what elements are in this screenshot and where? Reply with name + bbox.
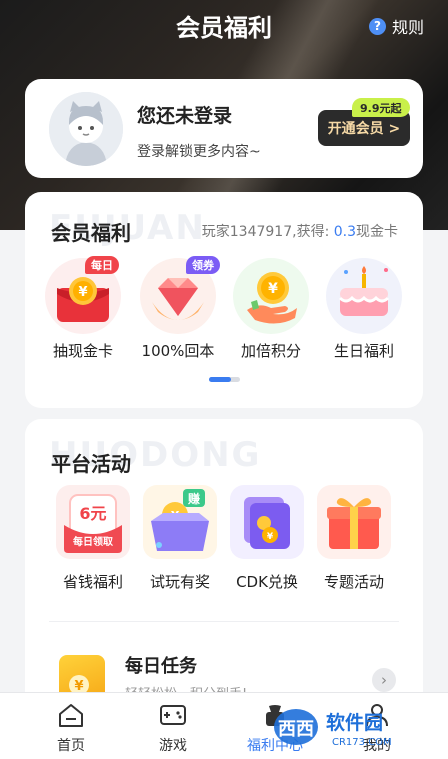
birthday-cake-icon (326, 258, 402, 334)
rules-label: 规则 (391, 18, 424, 37)
section-title: 会员福利 (51, 221, 131, 245)
vip-price-tag: 9.9元起 (352, 98, 410, 117)
diamond-icon: 领券 (140, 256, 220, 334)
activity-label: CDK兑换 (236, 573, 298, 591)
activity-label: 省钱福利 (62, 573, 123, 591)
coupon-amount: 6元 (79, 504, 106, 523)
coupon-envelope-icon: 6元 每日领取 (56, 485, 130, 559)
activity-label: 试玩有奖 (149, 573, 210, 591)
benefit-badge: 领券 (186, 256, 220, 274)
tab-label: 首页 (57, 738, 85, 754)
gamepad-icon (133, 701, 213, 729)
login-title: 您还未登录 (137, 105, 233, 127)
activity-item-trial-reward[interactable]: 赚 ¥ 试玩有奖 (135, 485, 225, 592)
activity-item-cdk-redeem[interactable]: ¥ CDK兑换 (222, 485, 312, 592)
watermark-text: 软件园 (326, 711, 383, 734)
reward-ticker-prefix: 玩家1347917,获得: (201, 224, 334, 240)
activity-label: 专题活动 (323, 573, 384, 591)
svg-text:¥: ¥ (267, 532, 274, 542)
activity-item-savings[interactable]: 6元 每日领取 省钱福利 (48, 485, 138, 592)
benefit-item-cash-card[interactable]: ¥ 每日 抽现金卡 (43, 256, 123, 361)
carousel-indicator (209, 377, 240, 382)
platform-activities-card: HUODONG 平台活动 6元 每日领取 省钱福利 赚 ¥ 试玩有奖 (25, 419, 423, 709)
login-subtitle: 登录解锁更多内容~ (137, 144, 261, 160)
benefit-label: 抽现金卡 (52, 342, 113, 360)
reward-ticker-value: 0.3 (333, 224, 356, 240)
coupon-caption: 每日领取 (73, 535, 114, 548)
gift-box-icon (317, 485, 391, 559)
help-circle-icon: ? (368, 17, 386, 35)
benefit-label: 加倍积分 (240, 342, 301, 360)
default-avatar (49, 92, 123, 166)
chevron-right-icon[interactable]: › (372, 668, 396, 692)
top-bar: 会员福利 ? 规则 (0, 0, 448, 50)
login-card[interactable]: 您还未登录 登录解锁更多内容~ 开通会员 > 9.9元起 (25, 79, 423, 178)
purple-wallet-icon: ¥ (230, 485, 304, 559)
section-title: 平台活动 (51, 452, 131, 476)
member-benefits-card: FUJUAN 会员福利 玩家1347917,获得: 0.3现金卡 ¥ 每日 抽现… (25, 192, 423, 408)
tab-home[interactable]: 首页 (31, 701, 111, 755)
svg-text:¥: ¥ (268, 281, 278, 297)
reward-ticker-suffix: 现金卡 (356, 224, 398, 240)
section-divider (49, 621, 399, 622)
earn-label: 赚 (187, 491, 200, 506)
benefit-label: 100%回本 (141, 342, 215, 360)
tab-games[interactable]: 游戏 (133, 701, 213, 755)
benefit-item-birthday[interactable]: 生日福利 (324, 258, 404, 361)
coin-hand-icon: ¥ (233, 258, 309, 334)
benefit-badge: 每日 (85, 256, 119, 274)
reward-ticker: 玩家1347917,获得: 0.3现金卡 (202, 221, 398, 241)
svg-text:¥: ¥ (78, 285, 87, 300)
daily-task-title: 每日任务 (125, 656, 197, 677)
benefit-item-double-points[interactable]: ¥ 加倍积分 (231, 258, 311, 361)
carousel-indicator-active (209, 377, 231, 382)
coin-box-icon: 赚 ¥ (143, 485, 217, 559)
watermark-brand: 西西 (278, 719, 314, 740)
tab-label: 游戏 (159, 738, 187, 754)
watermark-url: CR173.COM (332, 737, 392, 748)
site-watermark-logo: 西西 软件园 CR173.COM (274, 709, 392, 748)
rules-button[interactable]: ? 规则 (368, 14, 424, 38)
activity-item-special-events[interactable]: 专题活动 (309, 485, 399, 592)
home-icon (31, 701, 111, 729)
benefit-item-full-refund[interactable]: 领券 100%回本 (138, 256, 220, 361)
benefit-label: 生日福利 (333, 342, 394, 360)
red-envelope-coin-icon: ¥ 每日 (45, 256, 121, 334)
